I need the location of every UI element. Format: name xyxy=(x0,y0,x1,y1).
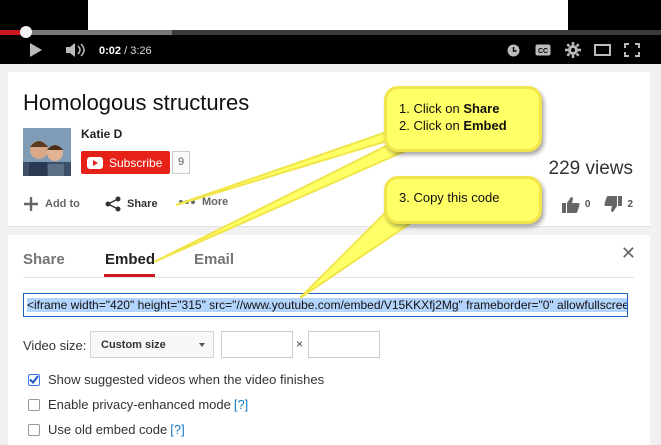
watch-later-icon[interactable] xyxy=(505,39,521,61)
view-count: 229 views xyxy=(548,158,634,179)
more-label: More xyxy=(202,196,229,208)
thumbs-down-icon xyxy=(604,196,623,212)
more-button[interactable]: More xyxy=(178,196,228,208)
duration: 3:26 xyxy=(130,45,152,57)
current-time: 0:02 xyxy=(99,45,122,57)
tab-share[interactable]: Share xyxy=(23,251,65,268)
chevron-down-icon xyxy=(199,343,205,347)
player-controls: 0:02 / 3:26 CC xyxy=(0,35,661,64)
theater-mode-icon[interactable] xyxy=(593,39,611,61)
video-player[interactable]: 0:02 / 3:26 CC xyxy=(0,0,661,64)
video-size-value: Custom size xyxy=(101,338,166,351)
like-button[interactable]: 0 xyxy=(561,196,591,213)
tab-divider xyxy=(23,277,634,278)
more-dots-icon xyxy=(179,200,195,204)
option-privacy-mode[interactable]: Enable privacy-enhanced mode [?] xyxy=(28,397,248,412)
callout-line-2: 2. Click on Embed xyxy=(399,118,507,133)
add-to-button[interactable]: Add to xyxy=(23,196,80,212)
video-info-card: Homologous structures Katie D Subscribe … xyxy=(8,72,650,227)
play-icon[interactable] xyxy=(26,39,46,61)
fullscreen-icon[interactable] xyxy=(623,39,641,61)
close-icon[interactable]: ✕ xyxy=(621,243,636,264)
settings-gear-icon[interactable] xyxy=(564,39,582,61)
active-tab-indicator xyxy=(104,274,155,277)
video-size-label: Video size: xyxy=(23,338,87,353)
captions-icon[interactable]: CC xyxy=(534,39,552,61)
embed-code-text: <iframe width="420" height="315" src="//… xyxy=(27,298,627,312)
add-to-label: Add to xyxy=(45,198,80,210)
volume-icon[interactable] xyxy=(64,39,90,61)
callout-line-1: 1. Click on Share xyxy=(399,101,500,116)
video-size-select[interactable]: Custom size xyxy=(90,331,214,358)
youtube-logo-icon xyxy=(87,156,103,169)
width-input[interactable] xyxy=(221,331,293,358)
callout-line-3: 3. Copy this code xyxy=(399,190,500,205)
video-title: Homologous structures xyxy=(23,90,250,115)
plus-icon xyxy=(24,197,38,211)
dislike-button[interactable]: 2 xyxy=(604,196,633,213)
like-dislike-bar: 0 2 xyxy=(561,196,633,213)
tab-email[interactable]: Email xyxy=(194,251,234,268)
time-display: 0:02 / 3:26 xyxy=(99,45,152,57)
share-icon xyxy=(105,196,121,212)
subscribe-button[interactable]: Subscribe xyxy=(81,151,171,174)
like-count: 0 xyxy=(584,199,591,210)
help-link[interactable]: [?] xyxy=(234,397,248,412)
tab-embed[interactable]: Embed xyxy=(105,251,155,268)
subscriber-count: 9 xyxy=(172,151,191,174)
option-old-embed[interactable]: Use old embed code [?] xyxy=(28,422,185,437)
share-label: Share xyxy=(127,198,158,210)
checkmark-icon xyxy=(29,375,39,384)
option-suggested-videos[interactable]: Show suggested videos when the video fin… xyxy=(28,372,324,387)
option-label: Show suggested videos when the video fin… xyxy=(48,372,325,387)
instruction-callout-1: 1. Click on Share 2. Click on Embed xyxy=(384,86,542,152)
option-label: Enable privacy-enhanced mode xyxy=(48,397,231,412)
video-frame[interactable] xyxy=(88,0,568,30)
share-panel: Share Embed Email ✕ <iframe width="420" … xyxy=(8,235,650,445)
channel-avatar[interactable] xyxy=(23,128,71,176)
channel-name[interactable]: Katie D xyxy=(81,127,122,141)
help-link[interactable]: [?] xyxy=(170,422,184,437)
checkbox-suggested-videos[interactable] xyxy=(28,373,40,386)
checkbox-privacy-mode[interactable] xyxy=(28,398,40,411)
height-input[interactable] xyxy=(308,331,380,358)
checkbox-old-embed[interactable] xyxy=(28,423,40,436)
instruction-callout-2: 3. Copy this code xyxy=(384,176,542,224)
svg-text:CC: CC xyxy=(538,48,548,55)
option-label: Use old embed code xyxy=(48,422,168,437)
subscribe-label: Subscribe xyxy=(109,155,163,170)
dislike-count: 2 xyxy=(627,199,633,210)
thumbs-up-icon xyxy=(561,197,580,213)
times-symbol: × xyxy=(296,337,304,351)
embed-code-field[interactable]: <iframe width="420" height="315" src="//… xyxy=(23,293,628,317)
share-button[interactable]: Share xyxy=(105,196,158,212)
